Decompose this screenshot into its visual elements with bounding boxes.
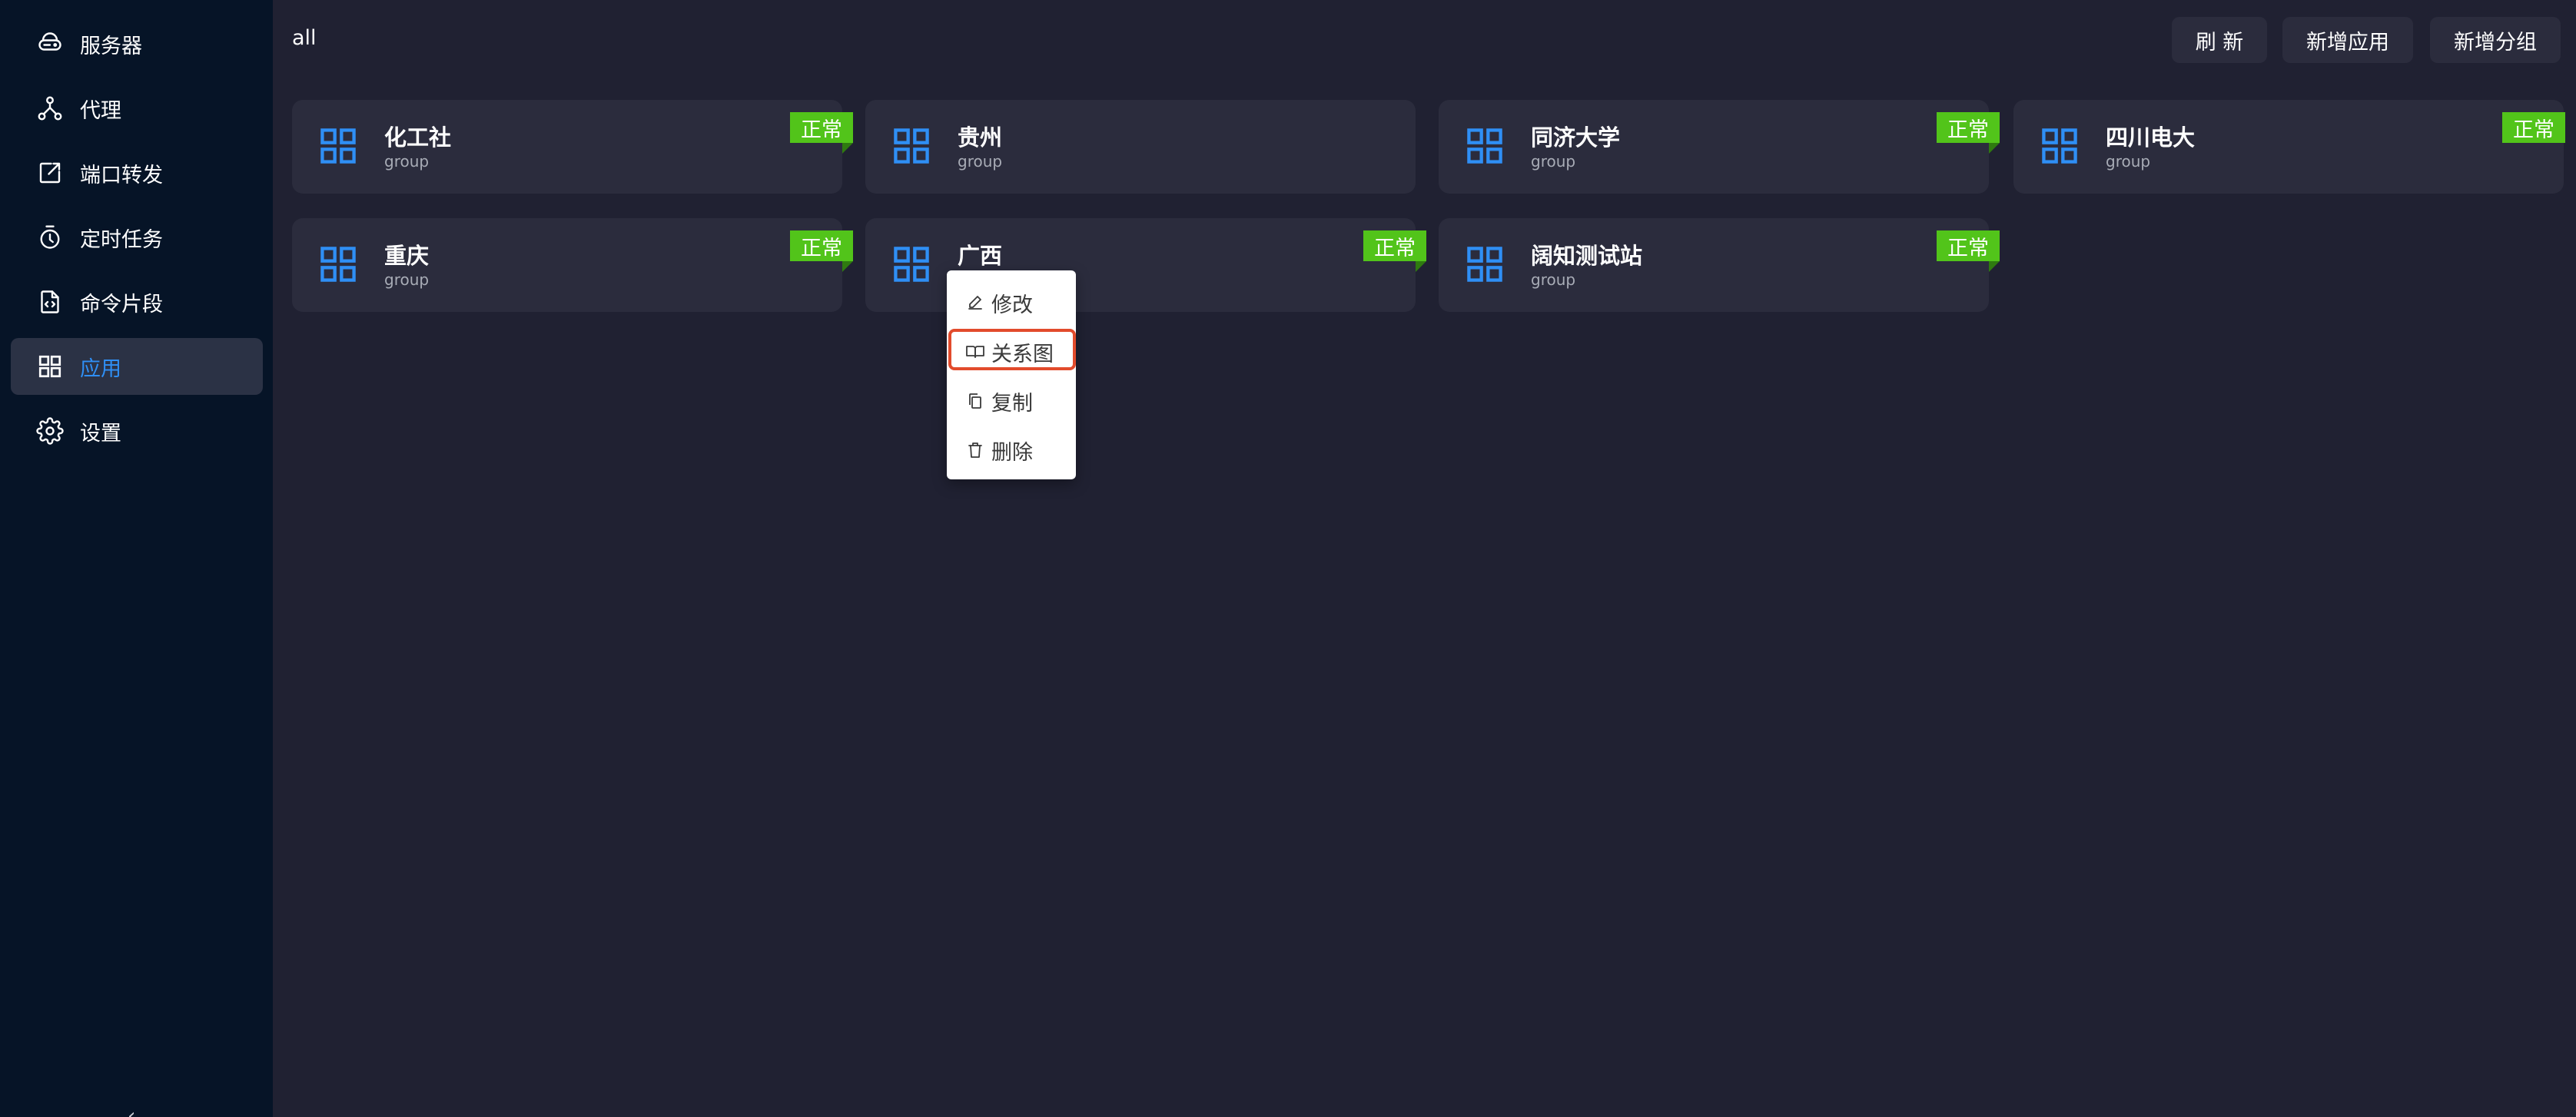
sidebar-item-servers[interactable]: 服务器 (11, 15, 263, 72)
edit-icon (965, 293, 985, 313)
sidebar-item-label: 应用 (80, 356, 121, 381)
badge-fold (1989, 143, 2000, 154)
sidebar-item-label: 端口转发 (80, 163, 163, 187)
apps-grid-icon (891, 244, 931, 284)
book-icon (965, 342, 985, 362)
card-name: 阔知测试站 (1531, 243, 1643, 269)
sidebar-item-scheduled-tasks[interactable]: 定时任务 (11, 209, 263, 266)
card-name: 四川电大 (2106, 124, 2196, 151)
card-type: group (1531, 152, 1576, 171)
group-filter-label[interactable]: all (292, 26, 317, 50)
sidebar-item-port-forward[interactable]: 端口转发 (11, 144, 263, 201)
menu-item-label: 复制 (991, 391, 1033, 416)
timer-icon (35, 223, 65, 252)
app-card[interactable]: 同济大学 group 正常 (1439, 100, 2000, 194)
copy-icon (965, 391, 985, 411)
card-name: 广西 (958, 243, 1003, 269)
server-icon (35, 29, 65, 58)
app-card[interactable]: 贵州 group (865, 100, 1416, 194)
sidebar-item-label: 定时任务 (80, 227, 163, 252)
trash-icon (965, 440, 985, 460)
apps-grid-icon (891, 126, 931, 166)
app-card[interactable]: 化工社 group 正常 (292, 100, 853, 194)
sidebar-item-apps[interactable]: 应用 (11, 338, 263, 395)
card-type: group (2106, 152, 2151, 171)
sidebar-item-label: 服务器 (80, 34, 142, 58)
status-badge: 正常 (1937, 230, 2000, 261)
card-name: 重庆 (384, 243, 430, 269)
context-menu: 修改 关系图 复制 删除 (947, 270, 1076, 479)
menu-item-copy[interactable]: 复制 (947, 380, 1076, 423)
status-badge: 正常 (790, 112, 853, 143)
sidebar-collapse-icon[interactable]: ‹ (128, 1105, 135, 1117)
add-app-button[interactable]: 新增应用 (2282, 17, 2413, 63)
menu-item-relationship-graph[interactable]: 关系图 (947, 330, 1076, 373)
proxy-icon (35, 94, 65, 123)
sidebar-item-label: 代理 (80, 98, 121, 123)
sidebar-item-proxy[interactable]: 代理 (11, 80, 263, 137)
card-type: group (384, 270, 430, 289)
card-name: 同济大学 (1531, 124, 1621, 151)
status-badge: 正常 (1363, 230, 1426, 261)
code-file-icon (35, 287, 65, 317)
sidebar-item-label: 设置 (80, 421, 121, 446)
status-badge: 正常 (1937, 112, 2000, 143)
badge-fold (1416, 261, 1426, 272)
card-type: group (1531, 270, 1576, 289)
app-card[interactable]: 阔知测试站 group 正常 (1439, 218, 2000, 312)
app-card[interactable]: 四川电大 group 正常 (2013, 100, 2565, 194)
sidebar: 服务器 代理 端口转发 定时任务 命令片段 应用 设置 ‹ (0, 0, 273, 1117)
sidebar-item-settings[interactable]: 设置 (11, 403, 263, 459)
badge-fold (842, 261, 853, 272)
menu-item-label: 删除 (991, 440, 1033, 465)
menu-item-label: 修改 (991, 293, 1033, 317)
menu-item-edit[interactable]: 修改 (947, 281, 1076, 324)
refresh-button[interactable]: 刷 新 (2172, 17, 2267, 63)
badge-fold (1989, 261, 2000, 272)
card-name: 化工社 (384, 124, 452, 151)
apps-grid-icon (2040, 126, 2080, 166)
menu-item-delete[interactable]: 删除 (947, 429, 1076, 472)
status-badge: 正常 (2502, 112, 2565, 143)
apps-grid-icon (318, 244, 358, 284)
apps-grid-icon (35, 352, 65, 381)
apps-grid-icon (1465, 244, 1505, 284)
app-card[interactable]: 重庆 group 正常 (292, 218, 853, 312)
card-type: group (384, 152, 430, 171)
gear-icon (35, 416, 65, 446)
sidebar-item-command-snippets[interactable]: 命令片段 (11, 273, 263, 330)
app-root: 服务器 代理 端口转发 定时任务 命令片段 应用 设置 ‹ all 刷 新 新增… (0, 0, 2576, 1117)
apps-grid-icon (1465, 126, 1505, 166)
badge-fold (842, 143, 853, 154)
apps-grid-icon (318, 126, 358, 166)
sidebar-item-label: 命令片段 (80, 292, 163, 317)
card-name: 贵州 (958, 124, 1003, 151)
port-forward-icon (35, 158, 65, 187)
add-group-button[interactable]: 新增分组 (2430, 17, 2561, 63)
card-type: group (958, 152, 1003, 171)
status-badge: 正常 (790, 230, 853, 261)
menu-item-label: 关系图 (991, 342, 1054, 366)
